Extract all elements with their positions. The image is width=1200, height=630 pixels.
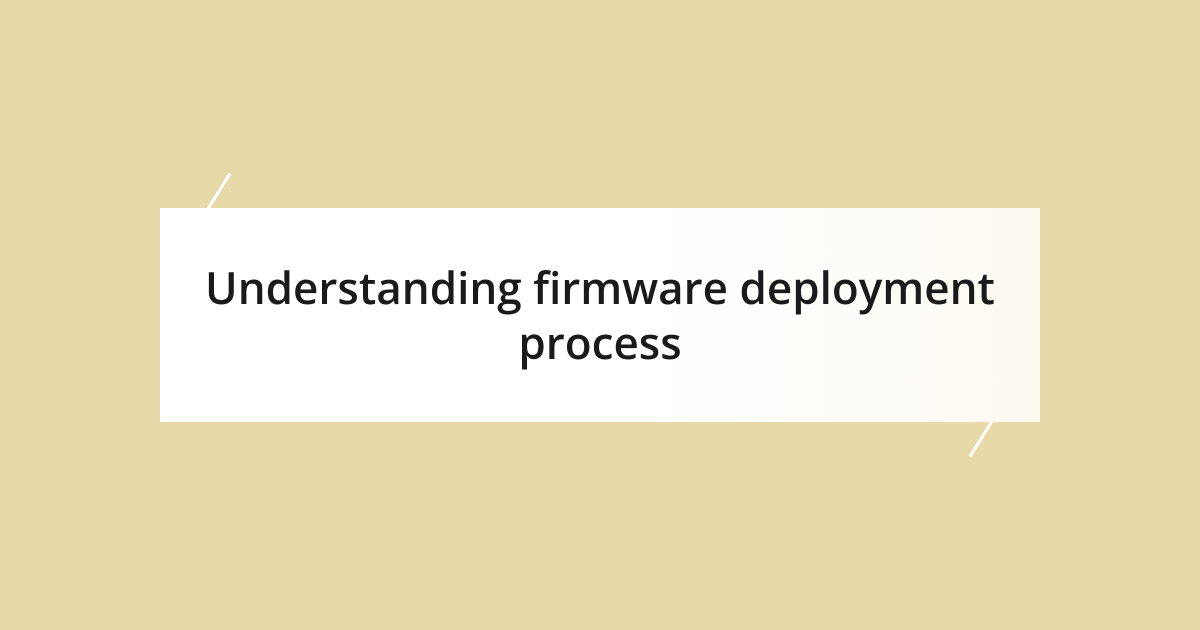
page-title: Understanding firmware deployment proces… <box>200 260 1000 370</box>
title-card-container: Understanding firmware deployment proces… <box>160 208 1040 422</box>
title-card: Understanding firmware deployment proces… <box>160 208 1040 422</box>
